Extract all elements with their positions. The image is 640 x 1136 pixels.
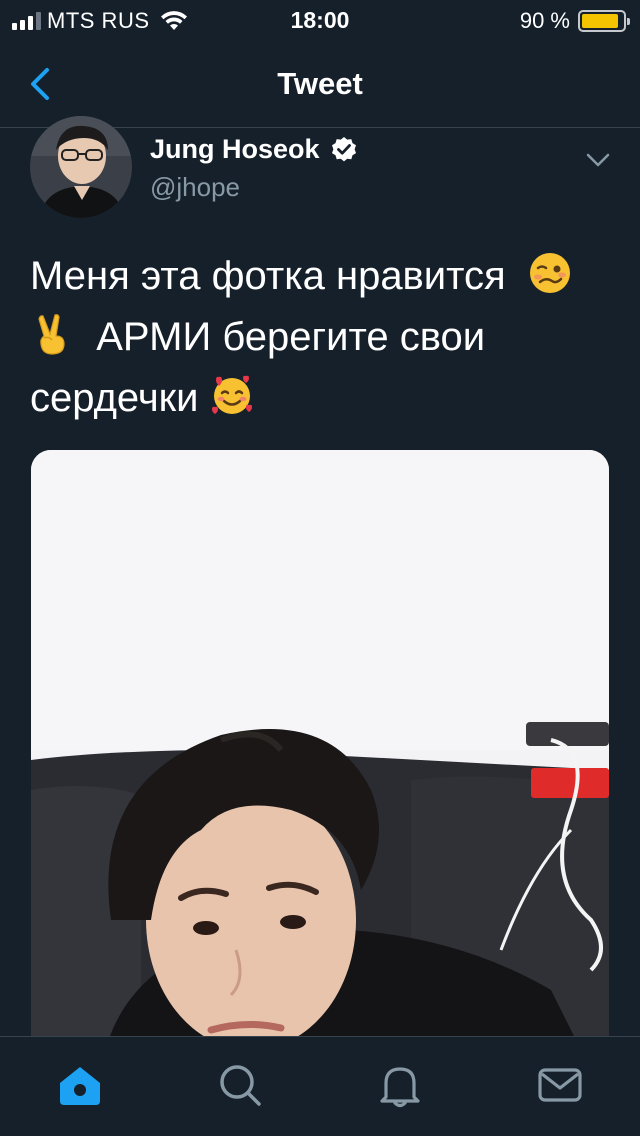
status-bar: MTS RUS 18:00 90 % [0, 0, 640, 40]
tweet-text-segment: Меня эта фотка нравится [30, 254, 506, 298]
tweet-text: Меня эта фотка нравится АРМИ берегите св… [30, 246, 610, 429]
battery-percent: 90 % [519, 8, 570, 33]
status-right: 90 % [519, 8, 630, 34]
victory-hand-emoji [38, 314, 65, 355]
nav-bar: Tweet [0, 40, 640, 128]
tweet-photo-image [31, 450, 609, 1070]
home-icon[interactable] [56, 1061, 104, 1109]
battery-level [582, 14, 618, 28]
smiling-face-with-hearts-emoji [211, 375, 252, 414]
mail-icon[interactable] [536, 1061, 584, 1109]
tweet-line-2: АРМИ берегите свои [30, 307, 610, 368]
tweet-photo[interactable] [31, 450, 609, 1070]
tweet-line-3: сердечки [30, 368, 610, 429]
avatar-image [30, 116, 132, 218]
tweet-text-segment: АРМИ берегите свои [85, 315, 486, 359]
avatar[interactable] [30, 116, 132, 218]
user-handle: @jhope [150, 172, 241, 202]
battery-icon [578, 10, 630, 32]
tweet-text-segment: сердечки [30, 376, 199, 420]
page-title: Tweet [277, 66, 363, 101]
woozy-face-emoji [529, 253, 570, 293]
tweet-line-1: Меня эта фотка нравится [30, 246, 610, 307]
user-name[interactable]: Jung Hoseok [150, 134, 358, 165]
user-name-text: Jung Hoseok [150, 134, 320, 164]
verified-badge-icon [331, 136, 356, 161]
search-icon[interactable] [216, 1061, 264, 1109]
bell-icon[interactable] [376, 1061, 424, 1109]
tab-bar [0, 1036, 640, 1136]
chevron-down-icon[interactable] [586, 152, 610, 168]
